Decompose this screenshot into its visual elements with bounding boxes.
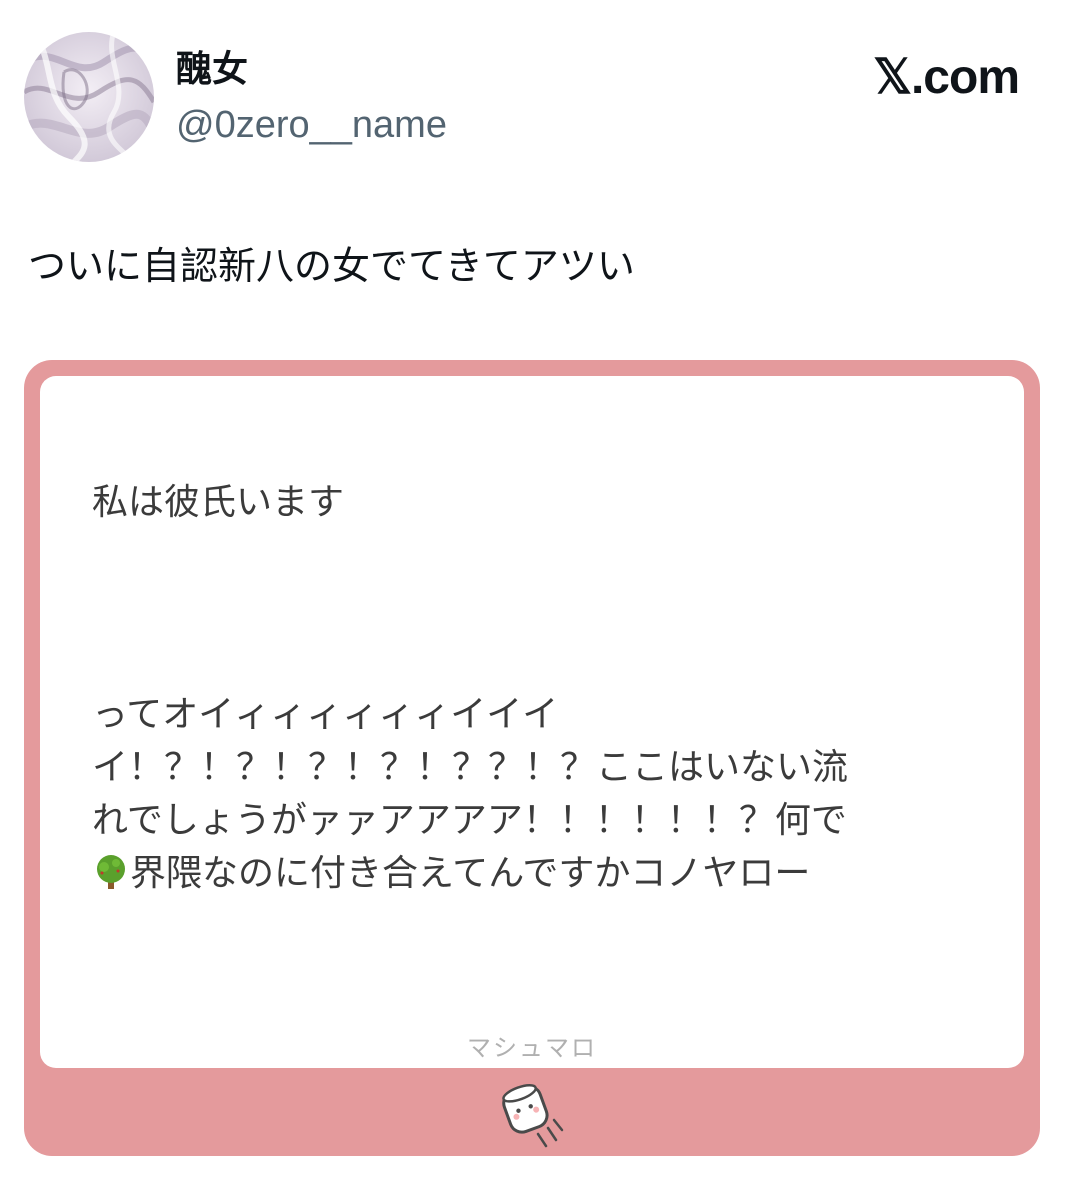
tree-emoji-icon: [97, 855, 125, 889]
marble-avatar-image: [24, 32, 154, 162]
question-line: ってオイィィィィィィイイイ: [92, 694, 559, 735]
user-handle[interactable]: @0zero__name: [176, 102, 447, 148]
card-message-panel: 私は彼氏います ってオイィィィィィィイイイ イ！？！？！？！？！？？！？ここはい…: [40, 376, 1024, 1068]
tweet-text: ついに自認新八の女でてきてアツい: [28, 244, 635, 288]
service-label: マシュマロ: [467, 1034, 597, 1062]
display-name[interactable]: 醜女: [176, 48, 248, 92]
question-line: 私は彼氏います: [92, 482, 345, 523]
marshmallow-card[interactable]: 私は彼氏います ってオイィィィィィィイイイ イ！？！？！？！？！？？！？ここはい…: [24, 360, 1040, 1156]
question-text: 私は彼氏います ってオイィィィィィィイイイ イ！？！？！？！？！？？！？ここはい…: [92, 476, 972, 900]
question-line: イ！？！？！？！？！？？！？ここはいない流: [92, 747, 849, 788]
x-logo: 𝕏.com: [873, 51, 1020, 104]
question-line-text: 界隈なのに付き合えてんですかコノヤロー: [130, 853, 811, 894]
avatar[interactable]: [24, 32, 154, 162]
tweet-screenshot: 醜女 @0zero__name 𝕏.com ついに自認新八の女でてきてアツい 私…: [0, 0, 1065, 1200]
question-line-with-emoji: 界隈なのに付き合えてんですかコノヤロー: [92, 847, 972, 900]
marshmallow-icon: [494, 1076, 570, 1152]
question-line: れでしょうがァァアアアア！！！！！！？何で: [92, 800, 847, 841]
